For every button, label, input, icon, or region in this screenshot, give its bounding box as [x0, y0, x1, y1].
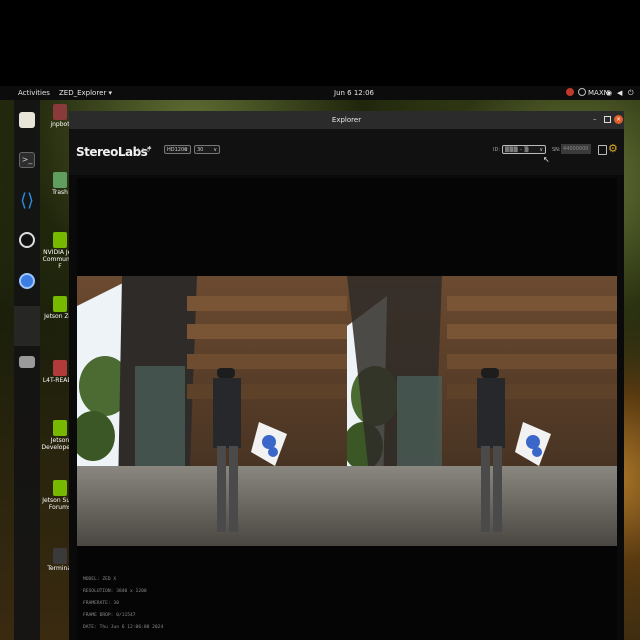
chevron-down-icon: ∨: [539, 147, 543, 153]
id-label: ID:: [493, 147, 501, 153]
app-version: 1.1.0: [137, 148, 150, 154]
camera-id-select[interactable]: ▒▒▒ - ▒ ∨: [502, 145, 546, 154]
camera-date-info: DATE: Thu Jun 6 12:06:00 2024: [83, 625, 164, 630]
files-icon[interactable]: [19, 112, 35, 128]
nvidia-icon: [53, 420, 67, 436]
mouse-cursor-icon: ↖: [543, 155, 550, 164]
power-mode-icon[interactable]: [578, 88, 586, 96]
power-icon[interactable]: ⏻: [628, 89, 634, 98]
window-title: Explorer: [331, 116, 362, 124]
explorer-window: Explorer – × StereoLabs* 1.1.0 HD1200 ∨ 3…: [69, 111, 624, 640]
network-icon[interactable]: ◉: [606, 89, 612, 97]
nvidia-icon: [53, 296, 67, 312]
camera-id-value: ▒▒▒ - ▒: [505, 147, 529, 153]
desktop-icon-label: jnpbot: [50, 121, 70, 128]
document-icon: [53, 360, 67, 376]
volume-icon[interactable]: ◀: [617, 89, 622, 97]
activities-button[interactable]: Activities: [18, 89, 50, 97]
record-icon[interactable]: [598, 145, 607, 155]
dock: >_ ⟨⟩: [14, 100, 40, 640]
clock[interactable]: Jun 6 12:06: [334, 89, 374, 97]
fps-select[interactable]: 30 ∨: [194, 145, 220, 154]
nvidia-status-icon[interactable]: [566, 88, 574, 96]
trash-icon: [53, 172, 67, 188]
chevron-down-icon: ∨: [213, 147, 217, 153]
obs-icon[interactable]: [19, 232, 35, 248]
app-menu[interactable]: ZED_Explorer ▾: [59, 89, 112, 97]
maximize-button[interactable]: [604, 116, 611, 123]
app-menu-label: ZED_Explorer: [59, 89, 107, 97]
terminal-icon: [53, 548, 67, 564]
app-header: StereoLabs* 1.1.0 HD1200 ∨ 30 ∨ ID: ▒▒▒ - …: [69, 129, 624, 175]
camera-framerate-info: FRAMERATE: 30: [83, 601, 119, 606]
camera-frame-drop-info: FRAME DROP: 0/11547: [83, 613, 136, 618]
camera-viewer: MODEL: ZED X RESOLUTION: 3840 x 1200 FRA…: [77, 178, 617, 640]
vscode-icon[interactable]: ⟨⟩: [19, 192, 35, 210]
left-camera-image: [77, 276, 347, 546]
sn-label: SN:: [552, 147, 561, 153]
disk-icon[interactable]: [19, 356, 35, 368]
serial-number-field[interactable]: 44000000: [561, 144, 591, 154]
fps-select-value: 30: [197, 147, 204, 153]
right-camera-image: [347, 276, 617, 546]
chromium-icon[interactable]: [19, 273, 35, 289]
minimize-button[interactable]: –: [593, 115, 597, 123]
window-titlebar[interactable]: Explorer – ×: [69, 111, 624, 129]
close-button[interactable]: ×: [614, 115, 623, 124]
camera-model-info: MODEL: ZED X: [83, 577, 117, 582]
terminal-icon[interactable]: >_: [19, 152, 35, 168]
resolution-select[interactable]: HD1200 ∨: [164, 145, 191, 154]
show-apps-icon[interactable]: [14, 306, 40, 346]
chevron-down-icon: ∨: [184, 147, 188, 153]
nvidia-icon: [53, 232, 67, 248]
camera-resolution-info: RESOLUTION: 3840 x 1200: [83, 589, 147, 594]
system-top-bar: Activities ZED_Explorer ▾ Jun 6 12:06 MA…: [0, 86, 640, 100]
desktop-icon-label: Trash: [52, 189, 68, 196]
gear-icon[interactable]: ⚙: [608, 142, 618, 155]
nvidia-icon: [53, 480, 67, 496]
folder-icon: [53, 104, 67, 120]
